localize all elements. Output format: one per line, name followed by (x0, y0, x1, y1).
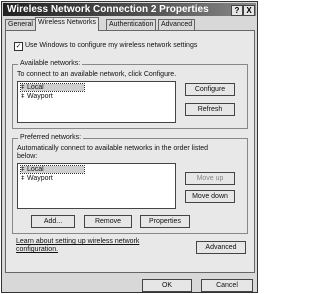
move-down-button[interactable]: Move down (185, 190, 235, 203)
properties-button[interactable]: Properties (140, 215, 190, 228)
ok-button[interactable]: OK (142, 279, 192, 292)
wireless-networks-panel: ✓ Use Windows to configure my wireless n… (5, 30, 255, 273)
list-item[interactable]: ǂ Wayport (21, 175, 53, 182)
available-networks-legend: Available networks: (18, 60, 83, 67)
use-windows-label: Use Windows to configure my wireless net… (25, 42, 198, 49)
preferred-instruction-line1: Automatically connect to available netwo… (17, 145, 209, 152)
move-up-button[interactable]: Move up (185, 172, 235, 185)
preferred-networks-list[interactable]: ǂ Local ǂ Wayport (17, 163, 176, 209)
preferred-instruction-line2: below: (17, 153, 38, 160)
window-title: Wireless Network Connection 2 Properties (7, 4, 209, 15)
cancel-button[interactable]: Cancel (201, 279, 253, 292)
use-windows-checkbox[interactable]: ✓ (14, 42, 23, 51)
tab-wireless-networks[interactable]: Wireless Networks (35, 17, 99, 31)
properties-dialog: Wireless Network Connection 2 Properties… (1, 1, 258, 293)
available-networks-list[interactable]: ǂ Local ǂ Wayport (17, 81, 176, 123)
remove-button[interactable]: Remove (84, 215, 132, 228)
add-button[interactable]: Add... (31, 215, 75, 228)
title-bar: Wireless Network Connection 2 Properties… (3, 3, 256, 16)
help-button[interactable]: ? (231, 5, 243, 16)
configure-button[interactable]: Configure (185, 83, 235, 96)
available-instruction: To connect to an available network, clic… (17, 71, 177, 78)
preferred-networks-legend: Preferred networks: (18, 134, 84, 141)
list-item[interactable]: ǂ Wayport (21, 93, 53, 100)
learn-about-link-line1[interactable]: Learn about setting up wireless network (16, 238, 139, 245)
preferred-networks-group: Preferred networks: Automatically connec… (12, 134, 248, 234)
learn-about-link-line2[interactable]: configuration. (16, 246, 58, 253)
list-item[interactable]: ǂ Local (20, 83, 85, 92)
refresh-button[interactable]: Refresh (185, 103, 235, 116)
available-networks-group: Available networks: To connect to an ava… (12, 60, 248, 129)
list-item[interactable]: ǂ Local (20, 165, 85, 174)
advanced-button[interactable]: Advanced (196, 241, 246, 254)
close-button[interactable]: X (243, 5, 255, 16)
